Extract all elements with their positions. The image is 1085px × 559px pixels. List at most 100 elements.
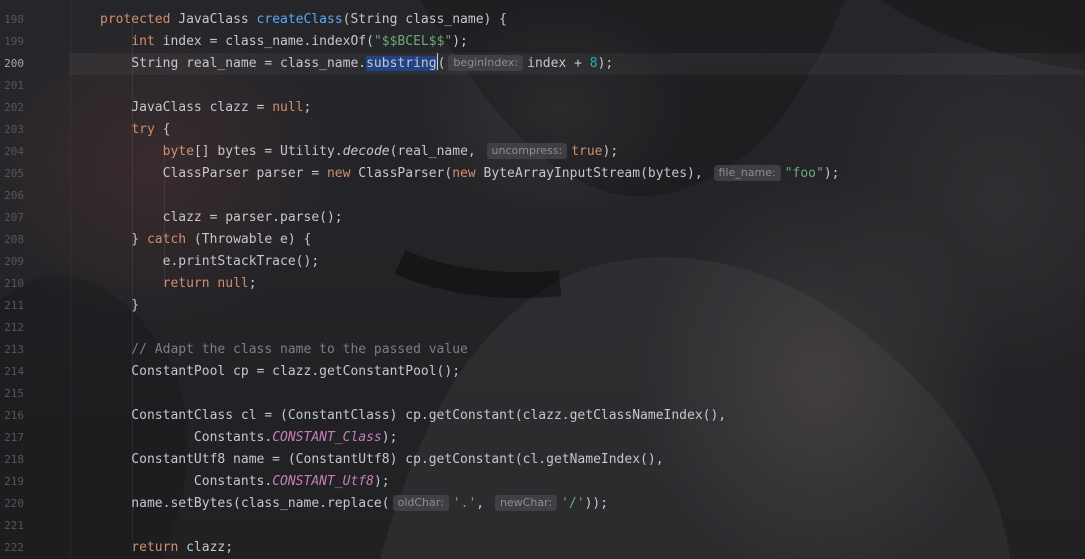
- code-token: byte: [162, 144, 194, 159]
- line-number[interactable]: 219: [0, 471, 24, 493]
- code-token: [] bytes = Utility.: [193, 144, 343, 159]
- code-line[interactable]: ClassParser parser = new ClassParser(new…: [100, 163, 839, 185]
- line-number[interactable]: 207: [0, 207, 24, 229]
- code-token: Constants.: [100, 474, 273, 489]
- code-token: );: [602, 144, 619, 159]
- line-number[interactable]: 211: [0, 295, 24, 317]
- indent-guide: [132, 20, 133, 540]
- code-line[interactable]: return null;: [100, 273, 257, 295]
- code-token: name.setBytes(class_name.replace(: [100, 496, 390, 511]
- code-token: ClassParser parser =: [100, 166, 327, 181]
- code-line[interactable]: name.setBytes(class_name.replace(oldChar…: [100, 493, 608, 515]
- code-token: ;: [303, 100, 312, 115]
- line-number[interactable]: 217: [0, 427, 24, 449]
- code-token: ConstantPool cp = clazz.getConstantPool(…: [100, 364, 461, 379]
- line-number[interactable]: 213: [0, 339, 24, 361]
- line-number[interactable]: 199: [0, 31, 24, 53]
- code-line[interactable]: // Adapt the class name to the passed va…: [100, 339, 468, 361]
- code-token: clazz;: [178, 540, 234, 555]
- code-token: clazz = parser.parse();: [100, 210, 343, 225]
- line-number[interactable]: 216: [0, 405, 24, 427]
- line-number[interactable]: 212: [0, 317, 24, 339]
- line-number-gutter[interactable]: 198 199 200 201 202 203 204 205 206 207 208 209 210 2…: [0, 0, 71, 559]
- code-token: return: [162, 276, 210, 291]
- line-number[interactable]: 220: [0, 493, 24, 515]
- code-token: index +: [527, 56, 590, 71]
- code-token: (String class_name) {: [342, 12, 508, 27]
- code-token: );: [597, 56, 614, 71]
- code-line[interactable]: try {: [100, 119, 170, 141]
- code-token: CONSTANT_Class: [272, 430, 382, 445]
- code-line[interactable]: }: [100, 295, 139, 317]
- indent-guide: [164, 152, 165, 286]
- code-token: );: [452, 34, 468, 49]
- code-token: true: [571, 144, 603, 159]
- code-token: ConstantUtf8 name = (ConstantUtf8) cp.ge…: [100, 452, 664, 467]
- line-number[interactable]: 210: [0, 273, 24, 295]
- line-number[interactable]: 215: [0, 383, 24, 405]
- line-number[interactable]: 214: [0, 361, 24, 383]
- code-token: (: [437, 56, 446, 71]
- code-token: protected: [100, 12, 171, 27]
- code-token: );: [381, 430, 398, 445]
- code-token: new: [452, 166, 476, 181]
- code-line[interactable]: int index = class_name.indexOf("$$BCEL$$…: [100, 31, 468, 53]
- parameter-hint: beginIndex:: [448, 55, 524, 71]
- code-line[interactable]: ConstantUtf8 name = (ConstantUtf8) cp.ge…: [100, 449, 664, 471]
- code-token: "foo": [784, 166, 824, 181]
- code-token: try: [131, 122, 155, 137]
- code-token: CONSTANT_Utf8: [272, 474, 374, 489]
- code-line[interactable]: return clazz;: [100, 537, 233, 559]
- line-number[interactable]: 203: [0, 119, 24, 141]
- line-number[interactable]: 202: [0, 97, 24, 119]
- code-editor[interactable]: 198 199 200 201 202 203 204 205 206 207 208 209 210 2…: [0, 0, 1085, 559]
- code-token: 8: [589, 56, 598, 71]
- selected-text: substring: [366, 56, 437, 71]
- code-token: }: [100, 232, 147, 247]
- code-line[interactable]: String real_name = class_name.substring(…: [100, 53, 613, 75]
- code-token: null: [272, 100, 304, 115]
- code-token: String real_name = class_name.: [100, 56, 367, 71]
- line-number[interactable]: 204: [0, 141, 24, 163]
- code-token: catch: [146, 232, 187, 247]
- code-token: return: [131, 540, 179, 555]
- code-line[interactable]: Constants.CONSTANT_Utf8);: [100, 471, 390, 493]
- line-number[interactable]: 206: [0, 185, 24, 207]
- code-line[interactable]: ConstantPool cp = clazz.getConstantPool(…: [100, 361, 460, 383]
- code-token: '.': [452, 496, 477, 511]
- code-token: ByteArrayInputStream(bytes),: [475, 166, 711, 181]
- line-number[interactable]: 218: [0, 449, 24, 471]
- line-number[interactable]: 209: [0, 251, 24, 273]
- code-token: );: [823, 166, 840, 181]
- code-line[interactable]: ConstantClass cl = (ConstantClass) cp.ge…: [100, 405, 726, 427]
- line-number[interactable]: 201: [0, 75, 24, 97]
- line-number[interactable]: 208: [0, 229, 24, 251]
- code-token: (Throwable e) {: [186, 232, 312, 247]
- code-token: ;: [248, 276, 257, 291]
- line-number[interactable]: 221: [0, 515, 24, 537]
- code-token: }: [100, 298, 140, 313]
- code-token: JavaClass: [170, 12, 257, 27]
- code-line[interactable]: Constants.CONSTANT_Class);: [100, 427, 398, 449]
- code-token: ConstantClass cl = (ConstantClass) cp.ge…: [100, 408, 727, 423]
- code-token: );: [373, 474, 390, 489]
- code-line[interactable]: protected JavaClass createClass(String c…: [100, 9, 507, 31]
- code-token: "$$BCEL$$": [373, 34, 453, 49]
- code-line[interactable]: byte[] bytes = Utility.decode(real_name,…: [100, 141, 618, 163]
- code-token: index = class_name.indexOf(: [154, 34, 374, 49]
- parameter-hint: file_name:: [713, 165, 781, 181]
- code-token: ));: [584, 496, 609, 511]
- line-number[interactable]: 200: [0, 53, 24, 75]
- code-token: int: [131, 34, 155, 49]
- code-token: null: [217, 276, 249, 291]
- line-number[interactable]: 198: [0, 9, 24, 31]
- code-token: decode: [342, 144, 390, 159]
- line-number[interactable]: 222: [0, 537, 24, 559]
- line-number[interactable]: 205: [0, 163, 24, 185]
- code-line[interactable]: clazz = parser.parse();: [100, 207, 343, 229]
- code-token: {: [154, 122, 171, 137]
- code-token: ,: [476, 496, 492, 511]
